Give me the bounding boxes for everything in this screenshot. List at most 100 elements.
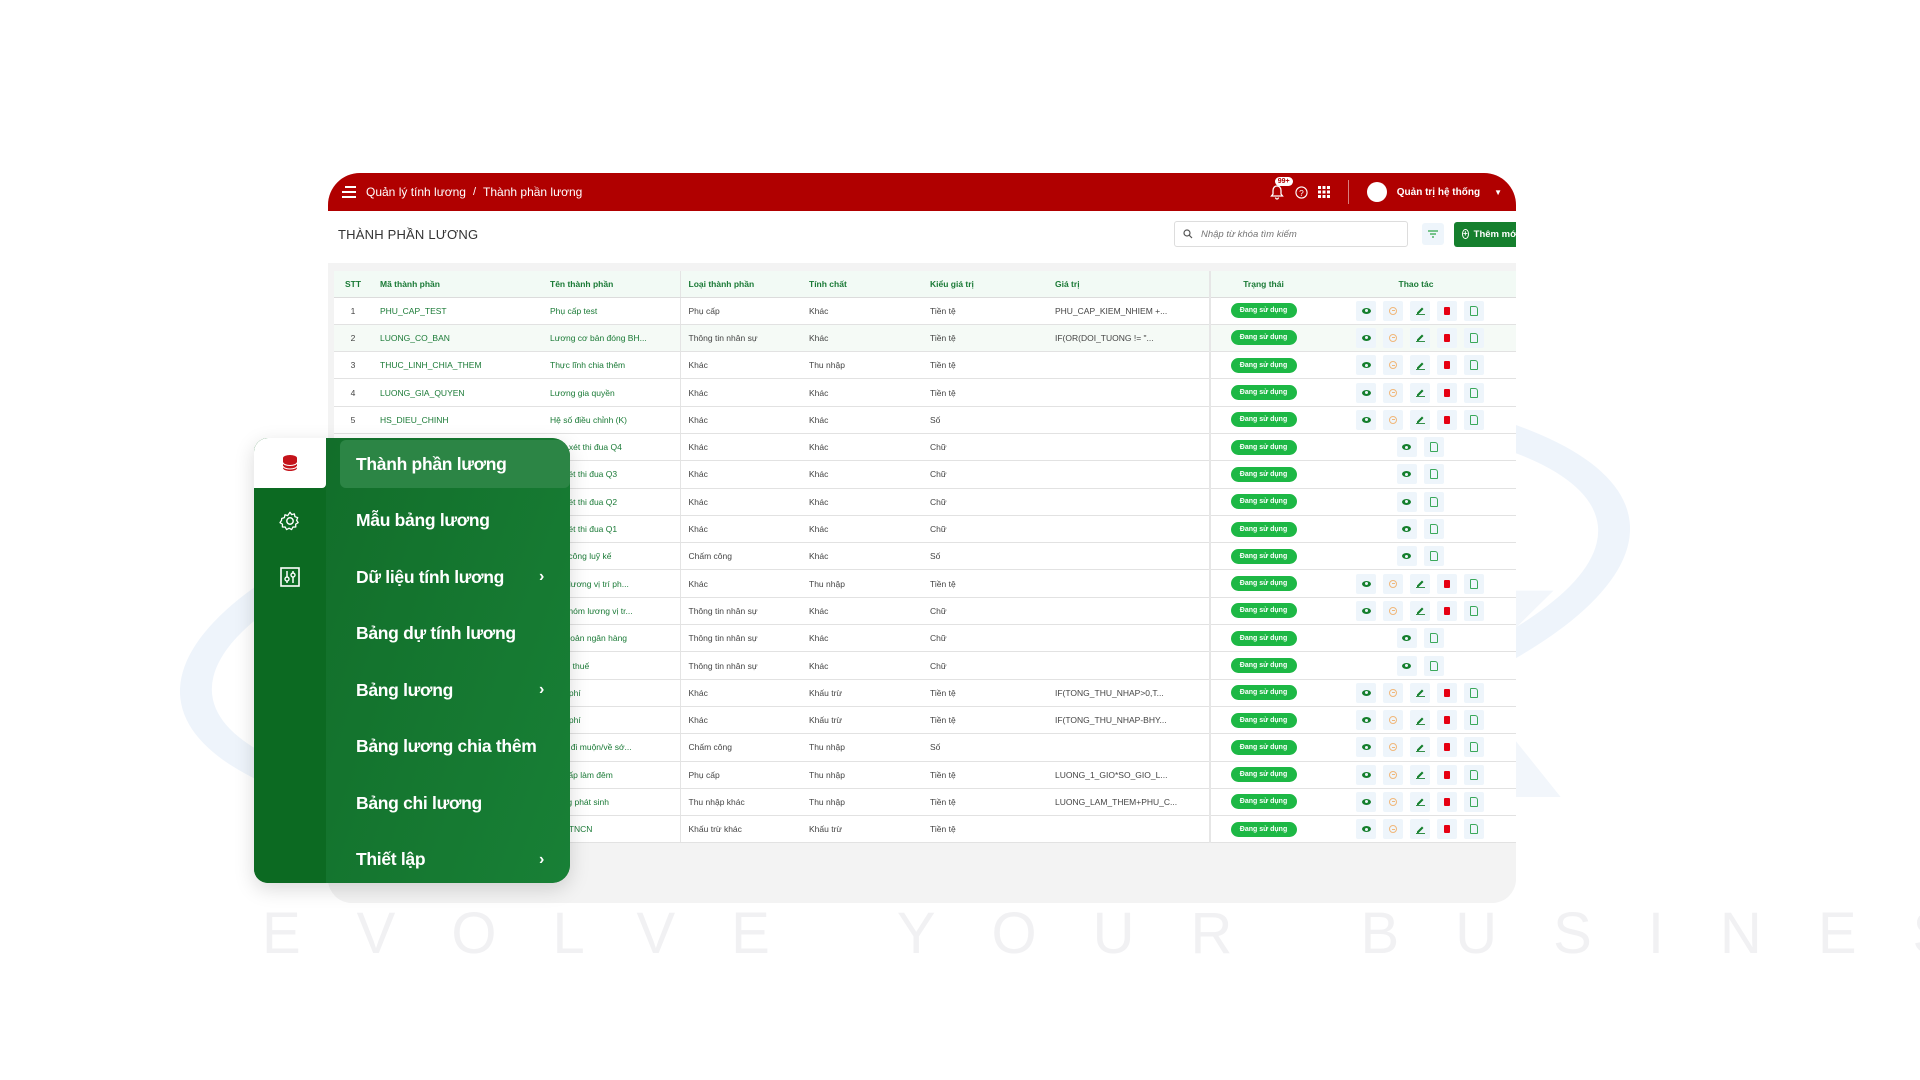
copy-button[interactable] (1464, 710, 1484, 731)
edit-button[interactable] (1410, 682, 1430, 703)
edit-button[interactable] (1410, 600, 1430, 621)
col-header-value-type[interactable]: Kiểu giá trị (922, 271, 1047, 298)
view-button[interactable] (1356, 737, 1376, 758)
view-button[interactable] (1396, 628, 1417, 649)
edit-button[interactable] (1410, 300, 1430, 321)
sidebar-item[interactable]: Thiết lập › (340, 836, 570, 884)
copy-button[interactable] (1423, 655, 1444, 676)
filter-button[interactable] (1422, 223, 1444, 245)
sidebar-item[interactable]: Mẫu bảng lương (340, 497, 570, 545)
col-header-value[interactable]: Giá trị (1047, 271, 1210, 298)
copy-button[interactable] (1464, 573, 1484, 594)
sidebar-item[interactable]: Bảng chi lương (340, 779, 570, 827)
col-header-nature[interactable]: Tính chất (801, 271, 922, 298)
copy-button[interactable] (1464, 355, 1484, 376)
menu-collapse-icon[interactable] (342, 186, 356, 198)
copy-button[interactable] (1464, 600, 1484, 621)
deactivate-button[interactable] (1383, 355, 1403, 376)
deactivate-button[interactable] (1383, 791, 1403, 812)
col-header-code[interactable]: Mã thành phần (372, 271, 542, 298)
edit-button[interactable] (1410, 409, 1430, 430)
copy-button[interactable] (1464, 682, 1484, 703)
col-header-name[interactable]: Tên thành phần (542, 271, 680, 298)
deactivate-button[interactable] (1383, 600, 1403, 621)
search-input[interactable] (1201, 228, 1391, 240)
view-button[interactable] (1356, 682, 1376, 703)
delete-button[interactable] (1437, 382, 1457, 403)
sidebar-icon-payroll[interactable] (254, 438, 326, 488)
view-button[interactable] (1396, 546, 1417, 567)
delete-button[interactable] (1437, 764, 1457, 785)
delete-button[interactable] (1437, 819, 1457, 840)
copy-button[interactable] (1464, 327, 1484, 348)
deactivate-button[interactable] (1383, 573, 1403, 594)
delete-button[interactable] (1437, 791, 1457, 812)
edit-button[interactable] (1410, 382, 1430, 403)
edit-button[interactable] (1410, 819, 1430, 840)
view-button[interactable] (1356, 327, 1376, 348)
copy-button[interactable] (1423, 546, 1444, 567)
view-button[interactable] (1356, 819, 1376, 840)
delete-button[interactable] (1437, 682, 1457, 703)
sidebar-item[interactable]: Thành phần lương (340, 440, 570, 488)
copy-button[interactable] (1464, 409, 1484, 430)
edit-button[interactable] (1410, 737, 1430, 758)
view-button[interactable] (1356, 382, 1376, 403)
sidebar-item[interactable]: Bảng dự tính lương (340, 610, 570, 658)
edit-button[interactable] (1410, 327, 1430, 348)
copy-button[interactable] (1423, 464, 1444, 485)
col-header-stt[interactable]: STT (334, 271, 372, 298)
table-row[interactable]: 4 LUONG_GIA_QUYEN Lương gia quyền Khác Khác T… (334, 378, 1516, 407)
col-header-type[interactable]: Loại thành phần (679, 271, 801, 298)
table-row[interactable]: 3 THUC_LINH_CHIA_THEM Thực lĩnh chia thêm K… (334, 351, 1516, 380)
delete-button[interactable] (1437, 600, 1457, 621)
deactivate-button[interactable] (1383, 300, 1403, 321)
deactivate-button[interactable] (1383, 710, 1403, 731)
delete-button[interactable] (1437, 355, 1457, 376)
view-button[interactable] (1356, 573, 1376, 594)
deactivate-button[interactable] (1383, 764, 1403, 785)
deactivate-button[interactable] (1383, 327, 1403, 348)
view-button[interactable] (1356, 300, 1376, 321)
apps-grid-icon[interactable] (1317, 186, 1330, 198)
deactivate-button[interactable] (1383, 737, 1403, 758)
deactivate-button[interactable] (1383, 409, 1403, 430)
delete-button[interactable] (1437, 573, 1457, 594)
chevron-down-icon[interactable]: ▼ (1494, 188, 1502, 197)
sidebar-item[interactable]: Dữ liệu tính lương › (340, 553, 570, 601)
avatar[interactable] (1366, 182, 1387, 202)
sidebar-item[interactable]: Bảng lương › (340, 666, 570, 714)
view-button[interactable] (1356, 600, 1376, 621)
copy-button[interactable] (1464, 382, 1484, 403)
edit-button[interactable] (1410, 791, 1430, 812)
edit-button[interactable] (1410, 710, 1430, 731)
sidebar-item[interactable]: Bảng lương chia thêm (340, 723, 570, 771)
view-button[interactable] (1356, 355, 1376, 376)
view-button[interactable] (1356, 764, 1376, 785)
copy-button[interactable] (1464, 300, 1484, 321)
add-new-button[interactable]: + Thêm mới (1454, 221, 1516, 247)
edit-button[interactable] (1410, 573, 1430, 594)
sidebar-icon-adjustments[interactable] (254, 552, 326, 602)
notification-bell-icon[interactable]: 99+ (1269, 177, 1293, 200)
sidebar-icon-settings[interactable] (254, 496, 326, 546)
delete-button[interactable] (1437, 300, 1457, 321)
view-button[interactable] (1356, 710, 1376, 731)
copy-button[interactable] (1423, 519, 1444, 540)
view-button[interactable] (1396, 464, 1417, 485)
deactivate-button[interactable] (1383, 382, 1403, 403)
view-button[interactable] (1356, 791, 1376, 812)
table-row[interactable]: 5 HS_DIEU_CHINH Hệ số điều chỉnh (K) Khác Kh… (334, 406, 1516, 434)
view-button[interactable] (1356, 409, 1376, 430)
search-box[interactable] (1174, 221, 1408, 247)
copy-button[interactable] (1464, 737, 1484, 758)
help-icon[interactable]: ? (1295, 185, 1308, 199)
breadcrumb-parent[interactable]: Quản lý tính lương (366, 185, 466, 199)
view-button[interactable] (1396, 519, 1417, 540)
view-button[interactable] (1396, 491, 1417, 512)
edit-button[interactable] (1410, 764, 1430, 785)
delete-button[interactable] (1437, 409, 1457, 430)
edit-button[interactable] (1410, 355, 1430, 376)
copy-button[interactable] (1464, 764, 1484, 785)
user-name[interactable]: Quản trị hệ thống (1397, 187, 1480, 198)
